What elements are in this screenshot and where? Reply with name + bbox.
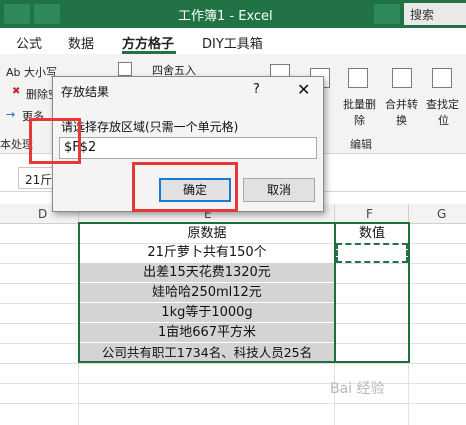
round-icon — [118, 62, 132, 76]
tab-data[interactable]: 数据 — [68, 33, 94, 52]
column-g[interactable]: G — [437, 207, 446, 221]
window-title: 工作簿1 - Excel — [178, 9, 273, 24]
help-icon[interactable]: ? — [253, 82, 260, 97]
group-edit: 编辑 — [350, 138, 372, 151]
batch-delete-icon — [348, 68, 368, 88]
worksheet-grid[interactable]: 原数据 数值 21斤萝卜共有150个 出差15天花费1320元 娃哈哈250ml… — [0, 222, 466, 425]
quick-access-button-2[interactable] — [34, 4, 60, 24]
tab-ffcell[interactable]: 方方格子 — [122, 33, 174, 52]
column-f[interactable]: F — [366, 207, 373, 221]
watermark: Bai 经验 — [330, 381, 385, 397]
range-input[interactable]: $F$2 — [59, 137, 317, 159]
find-label-1[interactable]: 查找定 — [426, 96, 459, 112]
highlight-input — [29, 118, 81, 164]
close-icon[interactable]: ✕ — [297, 80, 310, 99]
quick-access-button[interactable] — [4, 4, 30, 24]
merge-label-1[interactable]: 合并转 — [385, 96, 418, 112]
case-button[interactable]: Ab 大小写 — [6, 64, 57, 80]
merge-icon — [392, 68, 412, 88]
delete-icon: ✖ — [12, 86, 21, 97]
ribbon-display-button[interactable] — [374, 4, 400, 24]
column-d[interactable]: D — [38, 207, 47, 221]
name-box[interactable]: 21斤 — [18, 167, 54, 189]
find-icon — [432, 68, 452, 88]
dialog-label: 请选择存放区域(只需一个单元格) — [61, 120, 239, 134]
search-label: 搜索 — [410, 8, 435, 22]
find-label-2[interactable]: 位 — [438, 112, 449, 128]
ribbon-tabs: 公式 数据 方方格子 DIY工具箱 — [0, 28, 466, 54]
arrow-right-icon: → — [6, 108, 16, 121]
tab-formulas[interactable]: 公式 — [16, 33, 42, 52]
name-box-value: 21斤 — [25, 173, 53, 187]
tab-diy-toolbox[interactable]: DIY工具箱 — [202, 33, 263, 52]
highlight-ok-button — [132, 162, 238, 212]
search-box[interactable]: 搜索 — [404, 3, 466, 25]
title-bar: 工作簿1 - Excel 搜索 — [0, 0, 466, 28]
merge-label-2[interactable]: 换 — [396, 112, 407, 128]
batch-delete-label-1[interactable]: 批量删 — [343, 96, 376, 112]
data-range-border — [78, 222, 336, 363]
copy-marquee — [336, 243, 408, 263]
cancel-button[interactable]: 取消 — [243, 178, 315, 202]
dialog-title: 存放结果 — [61, 85, 110, 99]
batch-delete-label-2[interactable]: 除 — [354, 112, 365, 128]
